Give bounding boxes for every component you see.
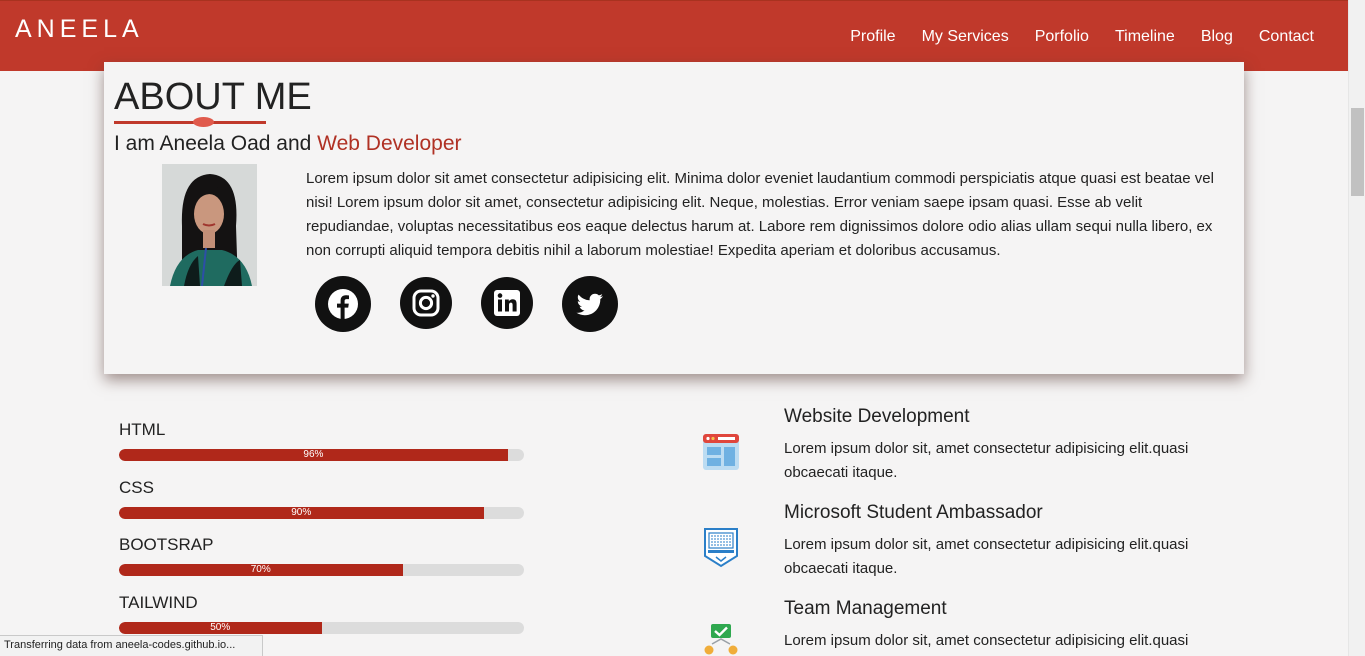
twitter-icon [576,293,603,316]
profile-photo-illustration [162,164,257,286]
service-title: Team Management [784,598,947,619]
skill-bootstrap: BOOTSRAP 70% [119,535,524,576]
about-title: ABOUT ME [114,76,312,118]
skill-progress-fill: 70% [119,564,403,576]
nav-link-blog[interactable]: Blog [1201,28,1233,46]
title-underline-dot [193,117,214,127]
nav-link-timeline[interactable]: Timeline [1115,28,1175,46]
skill-progress-track: 70% [119,564,524,576]
twitter-link[interactable] [562,276,618,332]
navbar: ANEELA Profile My Services Porfolio Time… [0,0,1348,71]
title-underline [114,121,266,124]
skill-progress-track: 50% [119,622,524,634]
skill-label: HTML [119,420,166,439]
facebook-link[interactable] [315,276,371,332]
skill-label: CSS [119,478,154,497]
nav-link-profile[interactable]: Profile [850,28,895,46]
nav-links: Profile My Services Porfolio Timeline Bl… [824,28,1314,46]
skill-label: TAILWIND [119,593,198,612]
linkedin-link[interactable] [481,277,533,329]
website-icon [703,434,739,470]
about-description: Lorem ipsum dolor sit amet consectetur a… [306,170,1214,259]
service-title: Website Development [784,406,970,427]
brand-logo[interactable]: ANEELA [15,15,144,44]
skill-progress-fill: 96% [119,449,508,461]
service-description: Lorem ipsum dolor sit, amet consectetur … [784,440,1189,481]
intro-prefix: I am Aneela Oad and [114,132,318,155]
skill-label: BOOTSRAP [119,535,214,554]
scrollbar-thumb[interactable] [1351,108,1364,196]
service-description: Lorem ipsum dolor sit, amet consectetur … [784,632,1189,649]
service-title: Microsoft Student Ambassador [784,502,1043,523]
profile-photo [162,164,257,286]
skill-tailwind: TAILWIND 50% [119,593,524,634]
skill-progress-track: 90% [119,507,524,519]
skill-progress-fill: 90% [119,507,484,519]
facebook-icon [328,289,358,319]
instagram-icon [412,289,440,317]
service-description: Lorem ipsum dolor sit, amet consectetur … [784,536,1189,577]
intro-role: Web Developer [317,132,462,155]
team-icon [704,624,738,655]
nav-link-contact[interactable]: Contact [1259,28,1314,46]
scrollbar[interactable] [1348,0,1365,656]
instagram-link[interactable] [400,277,452,329]
about-card: ABOUT ME I am Aneela Oad and Web Develop… [104,62,1244,374]
skill-css: CSS 90% [119,478,524,519]
ambassador-badge-icon [704,528,738,568]
skill-progress-track: 96% [119,449,524,461]
intro-heading: I am Aneela Oad and Web Developer [114,132,462,156]
browser-status-bar: Transferring data from aneela-codes.gith… [0,635,263,656]
nav-link-portfolio[interactable]: Porfolio [1035,28,1089,46]
skill-html: HTML 96% [119,420,524,461]
nav-link-services[interactable]: My Services [922,28,1009,46]
skill-progress-fill: 50% [119,622,322,634]
linkedin-icon [494,290,520,316]
